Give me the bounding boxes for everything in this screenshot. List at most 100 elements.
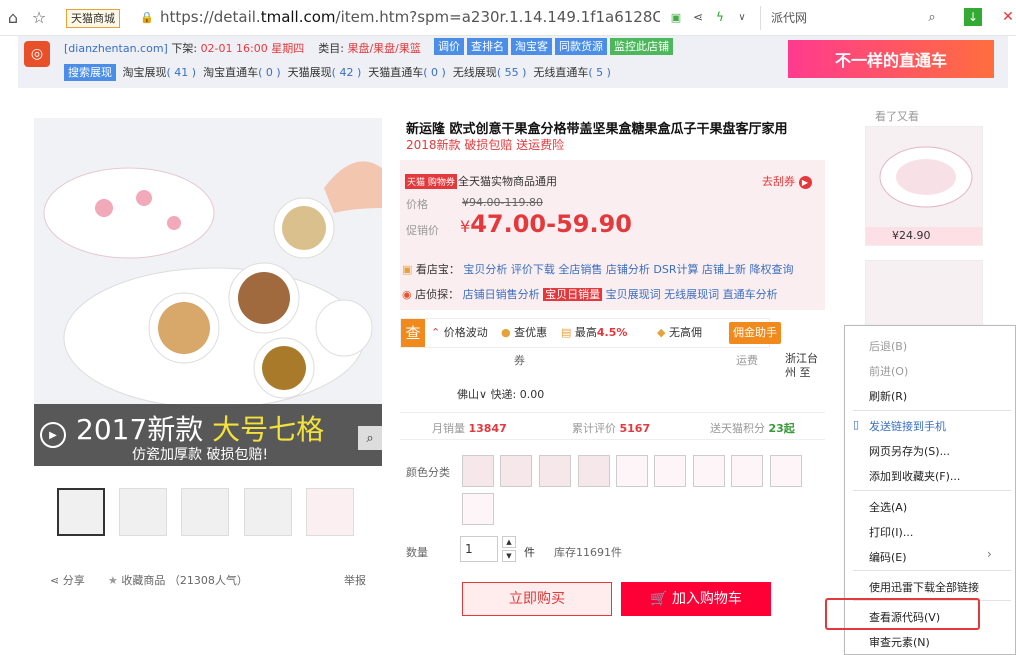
banner-text: 不一样的直通车: [834, 51, 947, 70]
view-source-highlight: [825, 598, 980, 630]
thumbnail[interactable]: [181, 488, 229, 536]
menu-select-all[interactable]: 全选(A): [869, 499, 907, 515]
favorite-link[interactable]: ★ 收藏商品 （21308人气）: [108, 572, 248, 588]
plugin-buttons: 调价 查排名 淘宝客 同款货源 监控此店铺: [434, 38, 673, 55]
monthly-value: 13847: [468, 422, 507, 435]
qty-input[interactable]: 1: [460, 536, 498, 562]
qty-increase-button[interactable]: ▲: [502, 536, 516, 548]
color-swatch[interactable]: [731, 455, 763, 487]
tool-icon: ▣: [402, 263, 413, 276]
color-swatch[interactable]: [462, 455, 494, 487]
search-display-button[interactable]: 搜索展现: [64, 64, 116, 81]
thumbnail[interactable]: [57, 488, 105, 536]
tool-link[interactable]: 评价下载: [511, 263, 555, 276]
plugin-logo-icon: ◎: [24, 41, 50, 67]
buy-now-button[interactable]: 立即购买: [462, 582, 612, 616]
qty-unit: 件: [524, 546, 535, 559]
star-icon: ★: [108, 574, 118, 587]
home-icon[interactable]: ⌂: [4, 8, 22, 27]
listed-label: 下架:: [171, 42, 198, 55]
chevron-down-icon[interactable]: ∨: [734, 9, 750, 25]
adjust-price-button[interactable]: 调价: [434, 38, 464, 55]
thumbnail[interactable]: [119, 488, 167, 536]
plugin-row-1: [dianzhentan.com] 下架: 02-01 16:00 星期四 类目…: [64, 40, 421, 56]
same-source-button[interactable]: 同款货源: [555, 38, 607, 55]
thumbnail[interactable]: [244, 488, 292, 536]
points-label: 送天猫积分: [710, 422, 765, 435]
color-swatch[interactable]: [539, 455, 571, 487]
lightning-icon[interactable]: ϟ: [712, 9, 728, 25]
tool-link[interactable]: 直通车分析: [723, 288, 778, 301]
menu-inspect-element[interactable]: 审查元素(N): [869, 634, 930, 650]
tool-link[interactable]: 降权查询: [750, 263, 794, 276]
recommended-price: ¥24.90: [866, 227, 982, 245]
price-trend-button[interactable]: ⌃ 价格波动: [431, 319, 488, 347]
tool-link[interactable]: 店铺日销售分析: [463, 288, 540, 301]
total-reviews[interactable]: 累计评价 5167: [572, 420, 650, 436]
tool-link[interactable]: 店铺上新: [702, 263, 746, 276]
ranking-button[interactable]: 查排名: [467, 38, 508, 55]
add-to-cart-button[interactable]: 🛒 加入购物车: [621, 582, 771, 616]
shop-domain[interactable]: [dianzhentan.com]: [64, 42, 168, 55]
tool-link[interactable]: 无线展现词: [664, 288, 719, 301]
no-commission-button[interactable]: ◆ 无高佣: [657, 319, 702, 347]
qty-decrease-button[interactable]: ▼: [502, 550, 516, 562]
recommended-item[interactable]: [865, 260, 983, 326]
plugin-row-2: 搜索展现 淘宝展现( 41 ) 淘宝直通车( 0 ) 天猫展现( 42 ) 天猫…: [64, 64, 611, 81]
tool-link[interactable]: 宝贝分析: [463, 263, 507, 276]
lock-icon: 🔒: [140, 10, 154, 24]
coupon-small-label: 券: [514, 354, 525, 367]
caption-title: 2017新款 大号七格: [76, 408, 324, 448]
menu-print[interactable]: 打印(I)...: [869, 524, 913, 540]
search-icon[interactable]: ⌕: [924, 9, 940, 25]
shipping-label: 运费: [736, 354, 758, 367]
color-swatch[interactable]: [462, 493, 494, 525]
menu-refresh[interactable]: 刷新(R): [869, 388, 907, 404]
scratch-coupon-link[interactable]: 去刮券 ▶: [762, 173, 812, 189]
site-tag: 天猫商城: [66, 9, 120, 28]
ad-banner[interactable]: 不一样的直通车: [788, 40, 994, 78]
menu-send-to-phone[interactable]: 发送链接到手机: [869, 418, 946, 434]
monitor-shop-button[interactable]: 监控此店铺: [610, 38, 673, 55]
menu-add-favorite[interactable]: 添加到收藏夹(F)...: [869, 468, 960, 484]
color-swatch[interactable]: [770, 455, 802, 487]
share-icon[interactable]: ⋖: [690, 9, 706, 25]
menu-back[interactable]: 后退(B): [869, 338, 907, 354]
color-swatch[interactable]: [578, 455, 610, 487]
max-rebate[interactable]: ▤ 最高4.5%: [561, 319, 627, 347]
menu-forward[interactable]: 前进(O): [869, 363, 908, 379]
zoom-icon[interactable]: ⌕: [358, 426, 382, 450]
menu-xunlei-download[interactable]: 使用迅雷下载全部链接: [869, 579, 979, 595]
menu-encoding[interactable]: 编码(E): [869, 549, 907, 565]
coupon-check-button[interactable]: ● 查优惠: [501, 319, 547, 347]
share-link[interactable]: ⋖ 分享: [50, 572, 85, 588]
download-icon[interactable]: ↓: [964, 8, 982, 26]
tool-link[interactable]: 宝贝展现词: [606, 288, 661, 301]
express-fee: 快递: 0.00: [490, 388, 545, 401]
tool-link[interactable]: 全店销售: [558, 263, 602, 276]
extension-icon[interactable]: ▣: [668, 9, 684, 25]
chevron-right-icon: ›: [987, 547, 992, 561]
product-main-image[interactable]: ▶ 2017新款 大号七格 仿瓷加厚款 破损包赔! ⌕: [34, 118, 382, 466]
star-icon[interactable]: ☆: [30, 8, 48, 27]
close-icon[interactable]: ✕: [1000, 8, 1016, 26]
color-swatch[interactable]: [616, 455, 648, 487]
color-swatch[interactable]: [500, 455, 532, 487]
commission-helper-button[interactable]: 佣金助手: [729, 322, 781, 344]
color-swatch[interactable]: [654, 455, 686, 487]
recommended-item[interactable]: ¥24.90: [865, 126, 983, 246]
chevron-down-icon: ∨: [479, 388, 488, 401]
taobaoke-button[interactable]: 淘宝客: [511, 38, 552, 55]
address-bar: ⌂ ☆ 天猫商城 🔒 https://detail.tmall.com/item…: [0, 0, 1016, 36]
tool-link[interactable]: 店铺分析: [606, 263, 650, 276]
search-input[interactable]: 派代网: [760, 6, 950, 30]
thumbnail[interactable]: [306, 488, 354, 536]
tool-link[interactable]: DSR计算: [653, 263, 698, 276]
tool-link-highlight[interactable]: 宝贝日销量: [543, 288, 603, 301]
shipping-dest[interactable]: 佛山∨ 快递: 0.00: [457, 386, 544, 402]
url-field[interactable]: https://detail.tmall.com/item.htm?spm=a2…: [160, 8, 660, 26]
color-swatch[interactable]: [693, 455, 725, 487]
report-link[interactable]: 举报: [344, 572, 366, 588]
play-icon[interactable]: ▶: [40, 422, 66, 448]
menu-save-as[interactable]: 网页另存为(S)...: [869, 443, 950, 459]
